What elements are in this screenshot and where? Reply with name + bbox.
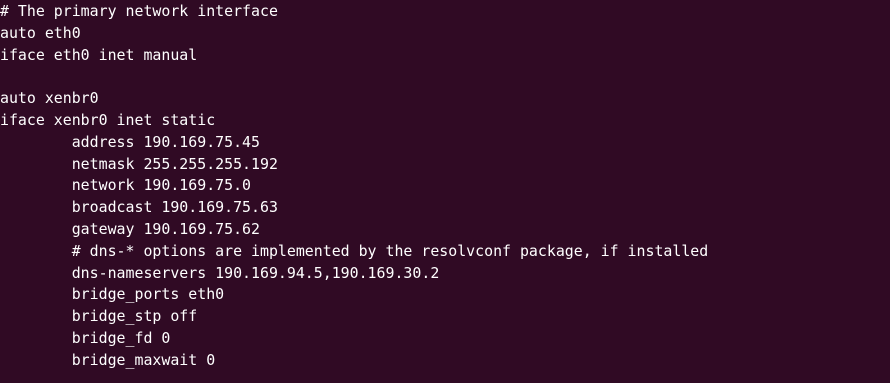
config-line: auto eth0 (0, 23, 81, 42)
terminal-window[interactable]: # The primary network interface auto eth… (0, 0, 890, 383)
config-line: iface eth0 inet manual (0, 45, 198, 64)
comment-line: # The primary network interface (0, 2, 278, 20)
config-line: bridge_stp off (0, 307, 198, 326)
config-line: broadcast 190.169.75.63 (0, 198, 278, 217)
blank-line (0, 66, 708, 88)
config-line: dns-nameservers 190.169.94.5,190.169.30.… (0, 263, 440, 282)
config-line: bridge_maxwait 0 (0, 350, 216, 369)
config-line: bridge_ports eth0 (0, 285, 225, 304)
config-line: iface xenbr0 inet static (0, 110, 216, 129)
config-line: netmask 255.255.255.192 (0, 154, 278, 173)
config-line: network 190.169.75.0 (0, 176, 252, 195)
config-line: auto xenbr0 (0, 89, 99, 108)
config-line: address 190.169.75.45 (0, 132, 260, 151)
config-line: gateway 190.169.75.62 (0, 219, 260, 238)
file-content: # The primary network interface auto eth… (0, 1, 708, 372)
config-line: bridge_fd 0 (0, 328, 171, 347)
comment-line: # dns-* options are implemented by the r… (0, 241, 709, 260)
